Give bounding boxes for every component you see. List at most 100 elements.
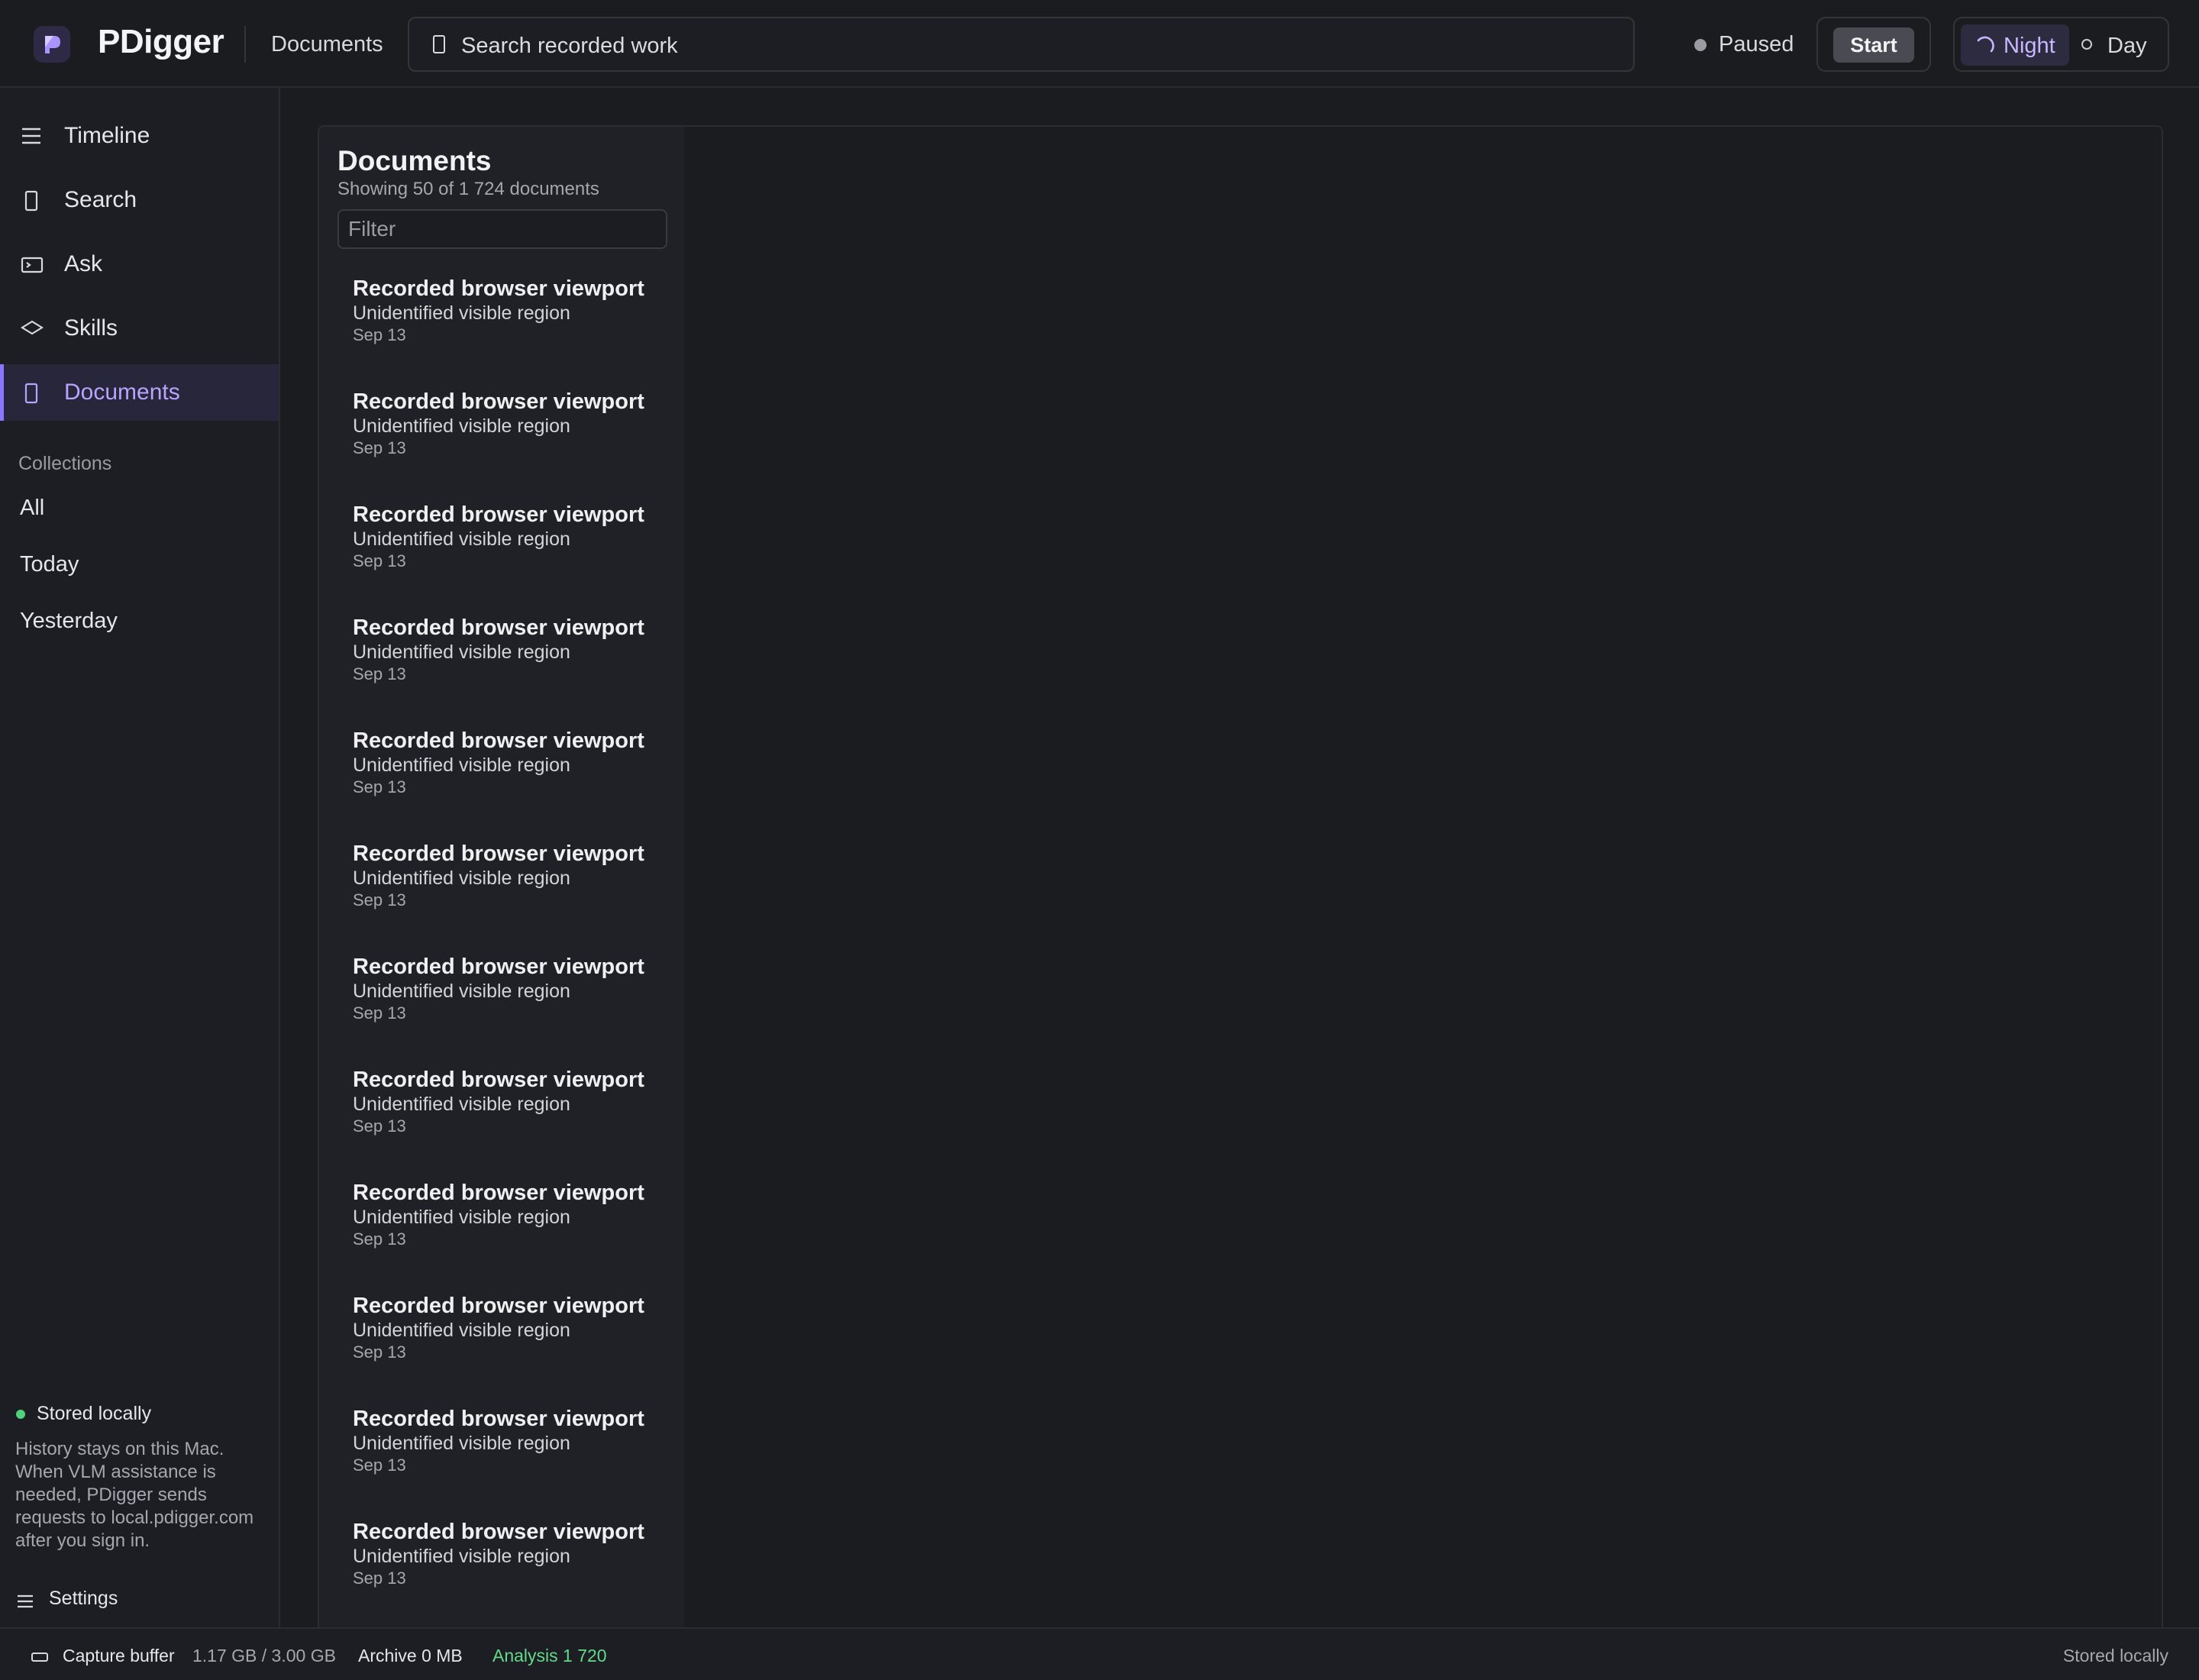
- document-date: Sep 13: [353, 1003, 406, 1023]
- document-date: Sep 13: [353, 325, 406, 344]
- document-date: Sep 13: [353, 1455, 406, 1475]
- theme-night-button[interactable]: Night: [1961, 24, 2069, 66]
- document-title: Recorded browser viewport: [353, 615, 644, 640]
- sidebar-item-skills[interactable]: Skills: [0, 300, 279, 357]
- document-list: Recorded browser viewport Unidentified vi…: [319, 263, 684, 1619]
- recording-status-dot: [1694, 39, 1707, 51]
- document-subtitle: Unidentified visible region: [353, 1207, 570, 1228]
- document-subtitle: Unidentified visible region: [353, 1320, 570, 1341]
- sidebar-item-documents[interactable]: Documents: [0, 364, 279, 421]
- sidebar-item-label: Search: [64, 187, 137, 212]
- document-date: Sep 13: [353, 664, 406, 683]
- storage-description: History stays on this Mac. When VLM assi…: [15, 1439, 254, 1551]
- capture-buffer-value: 1.17 GB / 3.00 GB: [192, 1646, 336, 1665]
- document-subtitle: Unidentified visible region: [353, 867, 570, 889]
- list-item[interactable]: Recorded browser viewport Unidentified vi…: [319, 489, 684, 602]
- document-date: Sep 13: [353, 438, 406, 457]
- list-item[interactable]: Recorded browser viewport Unidentified vi…: [319, 828, 684, 941]
- search-input[interactable]: Search recorded work: [408, 17, 1635, 72]
- list-item[interactable]: Recorded browser viewport Unidentified vi…: [319, 1054, 684, 1167]
- document-title: Recorded browser viewport: [353, 276, 644, 301]
- list-item[interactable]: Recorded browser viewport Unidentified vi…: [319, 376, 684, 489]
- sidebar-item-label: Ask: [64, 251, 103, 276]
- document-date: Sep 13: [353, 1342, 406, 1362]
- document-icon: [21, 383, 42, 410]
- document-subtitle: Unidentified visible region: [353, 1094, 570, 1115]
- document-subtitle: Unidentified visible region: [353, 1433, 570, 1454]
- filter-input[interactable]: [337, 209, 667, 249]
- document-subtitle: Unidentified visible region: [353, 1546, 570, 1567]
- document-title: Recorded browser viewport: [353, 502, 644, 527]
- list-item[interactable]: Recorded browser viewport Unidentified vi…: [319, 263, 684, 376]
- document-date: Sep 13: [353, 1569, 406, 1588]
- document-date: Sep 13: [353, 1116, 406, 1136]
- document-icon: [432, 34, 446, 58]
- settings-label: Settings: [49, 1588, 118, 1609]
- capture-buffer-icon: [31, 1646, 49, 1667]
- sidebar-item-label: Timeline: [64, 123, 150, 148]
- document-title: Recorded browser viewport: [353, 1181, 644, 1205]
- menu-icon: [21, 126, 42, 152]
- theme-toggle: Night Day: [1953, 17, 2169, 72]
- page-title: Documents: [337, 145, 492, 176]
- start-button[interactable]: Start: [1833, 27, 1914, 63]
- document-title: Recorded browser viewport: [353, 729, 644, 753]
- list-item[interactable]: Recorded browser viewport Unidentified vi…: [319, 1393, 684, 1506]
- document-subtitle: Unidentified visible region: [353, 641, 570, 663]
- app-title: PDigger: [98, 23, 224, 60]
- analysis-count: Analysis 1 720: [492, 1646, 607, 1665]
- moon-icon: [1975, 36, 1994, 62]
- document-date: Sep 13: [353, 551, 406, 570]
- app-window: PDigger Documents Search recorded work P…: [0, 0, 2199, 1680]
- collection-yesterday[interactable]: Yesterday: [20, 609, 118, 634]
- list-item[interactable]: Recorded browser viewport Unidentified vi…: [319, 1506, 684, 1619]
- menu-icon: [17, 1592, 34, 1614]
- list-item[interactable]: Recorded browser viewport Unidentified vi…: [319, 602, 684, 715]
- recording-status: Paused: [1719, 32, 1794, 57]
- theme-day-label: Day: [2107, 34, 2147, 58]
- collections-heading: Collections: [18, 453, 112, 474]
- document-date: Sep 13: [353, 1229, 406, 1249]
- document-title: Recorded browser viewport: [353, 1520, 644, 1544]
- document-list-pane: Documents Showing 50 of 1 724 documents …: [319, 127, 684, 1651]
- documents-panel: Documents Showing 50 of 1 724 documents …: [318, 125, 2163, 1653]
- collection-today[interactable]: Today: [20, 552, 79, 577]
- document-date: Sep 13: [353, 890, 406, 909]
- document-title: Recorded browser viewport: [353, 389, 644, 414]
- search-placeholder: Search recorded work: [461, 34, 678, 58]
- capture-buffer-label: Capture buffer: [63, 1646, 175, 1665]
- document-date: Sep 13: [353, 777, 406, 796]
- document-subtitle: Unidentified visible region: [353, 415, 570, 437]
- breadcrumb[interactable]: Documents: [271, 32, 383, 57]
- document-icon: [21, 190, 42, 218]
- document-title: Recorded browser viewport: [353, 955, 644, 979]
- list-item[interactable]: Recorded browser viewport Unidentified vi…: [319, 941, 684, 1054]
- collection-all[interactable]: All: [20, 496, 44, 521]
- list-item[interactable]: Recorded browser viewport Unidentified vi…: [319, 1167, 684, 1280]
- sidebar-item-timeline[interactable]: Timeline: [0, 108, 279, 164]
- document-title: Recorded browser viewport: [353, 842, 644, 866]
- document-subtitle: Unidentified visible region: [353, 981, 570, 1002]
- top-divider: [244, 26, 246, 63]
- terminal-icon: [21, 254, 44, 280]
- top-bar: PDigger Documents Search recorded work P…: [0, 0, 2199, 88]
- sidebar-item-label: Skills: [64, 315, 118, 341]
- document-subtitle: Unidentified visible region: [353, 302, 570, 324]
- status-bar: Capture buffer 1.17 GB / 3.00 GB Archive…: [0, 1627, 2199, 1680]
- sidebar-item-label: Documents: [64, 380, 180, 405]
- app-logo-icon: [34, 26, 70, 63]
- document-subtitle: Unidentified visible region: [353, 754, 570, 776]
- sidebar: Timeline Search Ask Skills Documents Col…: [0, 88, 280, 1627]
- sidebar-item-search[interactable]: Search: [0, 172, 279, 228]
- list-item[interactable]: Recorded browser viewport Unidentified vi…: [319, 1280, 684, 1393]
- start-control: Start: [1816, 17, 1931, 72]
- document-title: Recorded browser viewport: [353, 1407, 644, 1431]
- theme-night-label: Night: [2004, 34, 2055, 58]
- document-title: Recorded browser viewport: [353, 1068, 644, 1092]
- footer-storage-status: Stored locally: [2062, 1646, 2168, 1665]
- archive-size: Archive 0 MB: [358, 1646, 463, 1665]
- document-subtitle: Unidentified visible region: [353, 528, 570, 550]
- list-item[interactable]: Recorded browser viewport Unidentified vi…: [319, 715, 684, 828]
- sidebar-item-ask[interactable]: Ask: [0, 236, 279, 292]
- sun-icon: [2081, 39, 2092, 50]
